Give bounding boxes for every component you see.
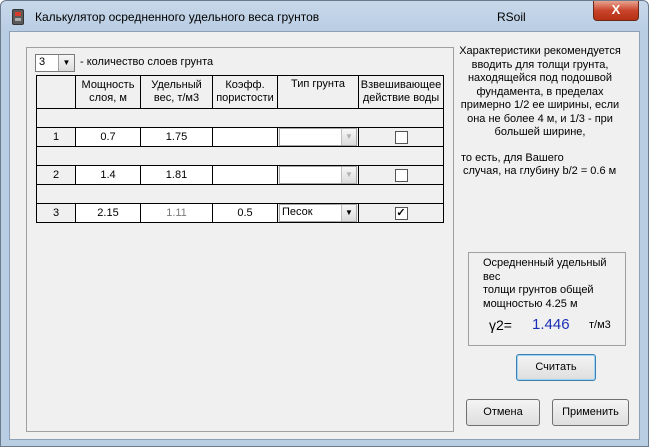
row-number: 2 xyxy=(36,165,76,185)
porosity-cell[interactable] xyxy=(212,127,278,147)
buoyancy-checkbox[interactable] xyxy=(394,130,408,144)
table-row: 2 1.4 1.81 ▼ xyxy=(36,165,444,185)
thickness-cell[interactable]: 2.15 xyxy=(75,203,141,223)
table-header-row: Мощность слоя, м Удельный вес, т/м3 Коэфф.… xyxy=(36,75,444,109)
layer-count-value: 3 xyxy=(39,56,46,68)
weight-cell[interactable]: 1.81 xyxy=(140,165,213,185)
layers-table: Мощность слоя, м Удельный вес, т/м3 Коэфф.… xyxy=(36,75,444,223)
chevron-down-icon[interactable]: ▼ xyxy=(341,205,356,221)
chevron-down-icon[interactable]: ▼ xyxy=(58,55,74,71)
thickness-cell[interactable]: 0.7 xyxy=(75,127,141,147)
buoyancy-cell: ✓ xyxy=(358,203,444,223)
row-number: 1 xyxy=(36,127,76,147)
header-thickness: Мощность слоя, м xyxy=(75,75,141,109)
window-title: Калькулятор осредненного удельного веса … xyxy=(35,10,320,24)
thickness-cell[interactable]: 1.4 xyxy=(75,165,141,185)
header-porosity: Коэфф. пористости xyxy=(212,75,278,109)
gamma-value: 1.446 xyxy=(532,316,570,333)
gamma-label: γ2= xyxy=(489,317,512,333)
layer-count-select[interactable]: 3 ▼ xyxy=(35,54,75,72)
app-icon xyxy=(12,9,24,25)
buoyancy-checkbox[interactable] xyxy=(394,168,408,182)
result-box: Осредненный удельный вес толщи грунтов о… xyxy=(468,252,626,346)
title-bar[interactable]: Калькулятор осредненного удельного веса … xyxy=(1,1,648,31)
weight-cell[interactable]: 1.75 xyxy=(140,127,213,147)
close-button[interactable]: X xyxy=(593,1,639,21)
table-row: 3 2.15 1.11 0.5 Песок ▼ ✓ xyxy=(36,203,444,223)
header-soil-type: Тип грунта xyxy=(277,75,359,109)
soil-type-cell: ▼ xyxy=(277,165,359,185)
layer-count-label: - количество слоев грунта xyxy=(80,56,214,68)
header-weight: Удельный вес, т/м3 xyxy=(140,75,213,109)
layers-panel: 3 ▼ - количество слоев грунта Мощность сл… xyxy=(26,47,454,432)
soil-type-cell: Песок ▼ xyxy=(277,203,359,223)
buoyancy-checkbox[interactable]: ✓ xyxy=(394,206,408,220)
soil-type-select[interactable]: ▼ xyxy=(279,128,357,146)
soil-type-select[interactable]: Песок ▼ xyxy=(279,204,357,222)
result-caption-line: толщи грунтов общей xyxy=(483,284,594,296)
cancel-button[interactable]: Отмена xyxy=(466,399,540,426)
apply-button[interactable]: Применить xyxy=(552,399,629,426)
calculate-button[interactable]: Считать xyxy=(516,354,596,381)
buoyancy-cell xyxy=(358,165,444,185)
gamma-unit: т/м3 xyxy=(589,319,611,331)
header-row-number xyxy=(36,75,76,109)
dialog-client-area: 3 ▼ - количество слоев грунта Мощность сл… xyxy=(9,31,640,440)
result-caption-line: мощностью 4.25 м xyxy=(483,297,578,310)
result-caption-line: Осредненный удельный вес xyxy=(483,257,607,283)
porosity-cell[interactable]: 0.5 xyxy=(212,203,278,223)
soil-type-select[interactable]: ▼ xyxy=(279,166,357,184)
recommendation-text: Характеристики рекомендуется вводить для… xyxy=(459,45,621,138)
calculator-window: Калькулятор осредненного удельного веса … xyxy=(0,0,649,447)
chevron-down-icon[interactable]: ▼ xyxy=(341,167,356,183)
row-number: 3 xyxy=(36,203,76,223)
header-buoyancy: Взвешивающее действие воды xyxy=(358,75,444,109)
soil-type-cell: ▼ xyxy=(277,127,359,147)
weight-cell[interactable]: 1.11 xyxy=(140,203,213,223)
chevron-down-icon[interactable]: ▼ xyxy=(341,129,356,145)
depth-text: то есть, для Вашего случая, на глубину b… xyxy=(461,152,617,177)
porosity-cell[interactable] xyxy=(212,165,278,185)
table-row: 1 0.7 1.75 ▼ xyxy=(36,127,444,147)
app-name: RSoil xyxy=(497,10,526,24)
buoyancy-cell xyxy=(358,127,444,147)
